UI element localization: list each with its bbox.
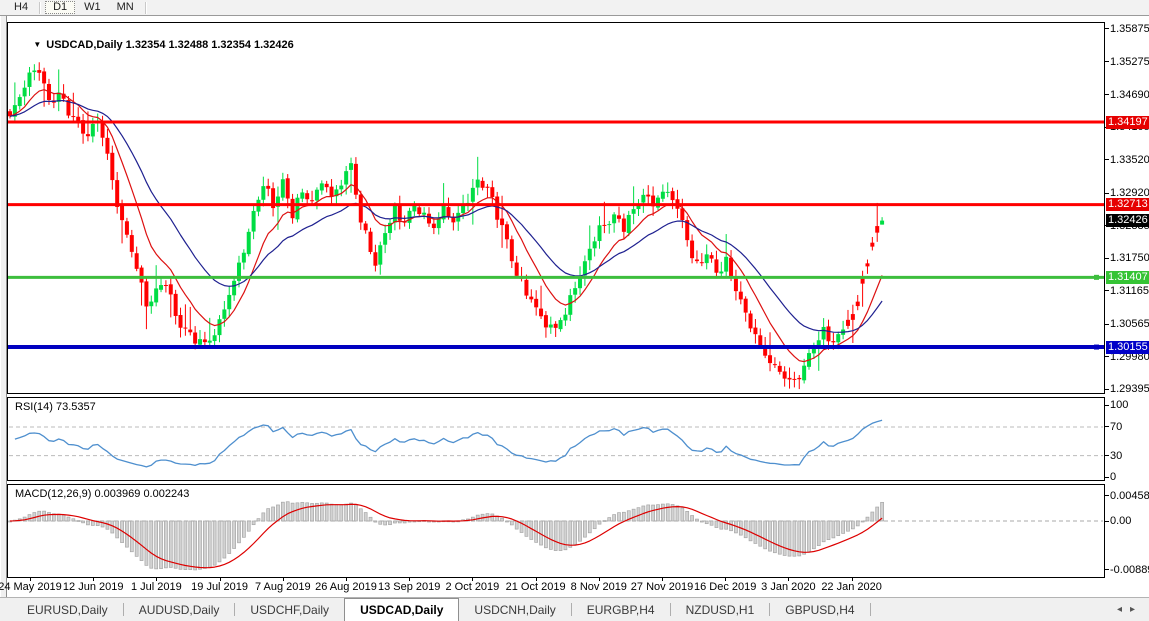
rsi-axis-label: 30 xyxy=(1110,450,1122,462)
price-axis-tick xyxy=(1105,61,1109,62)
chart-tab-usdcnh[interactable]: USDCNH,Daily xyxy=(459,598,570,621)
date-label: 8 Nov 2019 xyxy=(571,581,627,593)
date-label: 1 Jul 2019 xyxy=(131,581,182,593)
date-label: 16 Dec 2019 xyxy=(694,581,756,593)
chart-tab-audusd[interactable]: AUDUSD,Daily xyxy=(124,598,235,621)
tab-separator xyxy=(870,603,871,616)
date-label: 3 Jan 2020 xyxy=(761,581,815,593)
date-label: 21 Oct 2019 xyxy=(506,581,566,593)
price-chart-pane[interactable]: ▼USDCAD,Daily1.323541.324881.323541.3242… xyxy=(7,22,1105,394)
line-price-badge: 1.30155 xyxy=(1106,341,1149,354)
price-axis-label: 1.35875 xyxy=(1110,23,1149,35)
price-axis-tick xyxy=(1105,389,1109,390)
window-left-edge xyxy=(0,16,7,597)
rsi-axis-tick xyxy=(1105,455,1109,456)
price-axis-label: 1.35275 xyxy=(1110,56,1149,68)
date-label: 7 Aug 2019 xyxy=(255,581,311,593)
line-handle[interactable] xyxy=(1094,345,1099,350)
macd-axis-tick xyxy=(1105,521,1109,522)
timeframe-button-h4[interactable]: H4 xyxy=(7,1,35,14)
date-label: 13 Sep 2019 xyxy=(378,581,440,593)
timeframe-button-mn[interactable]: MN xyxy=(110,1,141,14)
price-axis-tick xyxy=(1105,94,1109,95)
rsi-axis-label: 70 xyxy=(1110,421,1122,433)
macd-axis-tick xyxy=(1105,569,1109,570)
price-axis-tick xyxy=(1105,290,1109,291)
chart-tab-nzdusd[interactable]: NZDUSD,H1 xyxy=(671,598,770,621)
price-axis-label: 1.33520 xyxy=(1110,154,1149,166)
macd-axis-label: -0.008894 xyxy=(1110,564,1149,576)
rsi-chart[interactable] xyxy=(8,398,1104,480)
date-label: 22 Jan 2020 xyxy=(821,581,882,593)
price-axis-label: 1.31165 xyxy=(1110,285,1149,297)
price-axis-label: 1.29395 xyxy=(1110,383,1149,395)
macd-label: MACD(12,26,9) 0.003969 0.002243 xyxy=(15,488,189,500)
macd-axis-label: 0.00 xyxy=(1110,515,1131,527)
price-axis-tick xyxy=(1105,193,1109,194)
line-price-badge: 1.34197 xyxy=(1106,116,1149,129)
price-axis-tick xyxy=(1105,28,1109,29)
price-axis-label: 1.30565 xyxy=(1110,318,1149,330)
price-axis-tick xyxy=(1105,324,1109,325)
rsi-label: RSI(14) 73.5357 xyxy=(15,401,96,413)
mt4-chart-window: H4D1W1MN ▼USDCAD,Daily1.323541.324881.32… xyxy=(0,0,1149,621)
rsi-indicator-pane[interactable]: RSI(14) 73.5357 xyxy=(7,397,1105,481)
chart-tab-usdchf[interactable]: USDCHF,Daily xyxy=(235,598,344,621)
macd-axis-tick xyxy=(1105,495,1109,496)
ohlc-close: 1.32426 xyxy=(254,39,294,51)
rsi-axis-label: 0 xyxy=(1110,471,1116,483)
chart-tab-eurgbp[interactable]: EURGBP,H4 xyxy=(572,598,670,621)
price-axis-tick xyxy=(1105,356,1109,357)
line-price-badge: 1.31407 xyxy=(1106,271,1149,284)
price-axis-tick xyxy=(1105,258,1109,259)
price-axis-label: 1.34690 xyxy=(1110,89,1149,101)
macd-axis-label: 0.004581 xyxy=(1110,490,1149,502)
date-label: 2 Oct 2019 xyxy=(445,581,499,593)
rsi-axis-tick xyxy=(1105,477,1109,478)
price-axis-tick xyxy=(1105,159,1109,160)
last-price-badge: 1.32426 xyxy=(1106,214,1149,227)
line-handle[interactable] xyxy=(1094,275,1099,280)
timeframe-button-w1[interactable]: W1 xyxy=(77,1,108,14)
timeframe-toolbar: H4 D1W1MN xyxy=(0,0,1149,16)
rsi-axis-label: 100 xyxy=(1110,399,1128,411)
chart-tab-usdcad[interactable]: USDCAD,Daily xyxy=(344,598,459,621)
macd-indicator-pane[interactable]: MACD(12,26,9) 0.003969 0.002243 xyxy=(7,484,1105,578)
chart-symbol: USDCAD,Daily xyxy=(46,39,122,51)
chevron-down-icon[interactable]: ▼ xyxy=(33,40,41,49)
toolbar-separator xyxy=(39,2,41,14)
chart-tab-gbpusd[interactable]: GBPUSD,H4 xyxy=(770,598,869,621)
tab-scroll-buttons: ◂▸ xyxy=(1117,604,1143,615)
ohlc-open: 1.32354 xyxy=(126,39,166,51)
ohlc-low: 1.32354 xyxy=(211,39,251,51)
line-price-badge: 1.32713 xyxy=(1106,198,1149,211)
date-label: 27 Nov 2019 xyxy=(631,581,693,593)
date-label: 26 Aug 2019 xyxy=(315,581,377,593)
rsi-axis-tick xyxy=(1105,426,1109,427)
price-axis-label: 1.31750 xyxy=(1110,252,1149,264)
date-label: 19 Jul 2019 xyxy=(191,581,248,593)
chart-tab-eurusd[interactable]: EURUSD,Daily xyxy=(12,598,123,621)
candlestick-chart[interactable] xyxy=(8,23,1104,393)
tab-scroll-right-icon[interactable]: ▸ xyxy=(1130,604,1143,615)
chart-tab-bar: EURUSD,DailyAUDUSD,DailyUSDCHF,DailyUSDC… xyxy=(0,598,1149,621)
toolbar-separator xyxy=(145,2,147,14)
rsi-axis-tick xyxy=(1105,405,1109,406)
date-label: 24 May 2019 xyxy=(0,581,62,593)
ohlc-high: 1.32488 xyxy=(168,39,208,51)
tab-scroll-left-icon[interactable]: ◂ xyxy=(1117,604,1130,615)
chart-title: ▼USDCAD,Daily1.323541.324881.323541.3242… xyxy=(15,27,297,63)
timeframe-button-d1[interactable]: D1 xyxy=(45,1,75,14)
date-label: 12 Jun 2019 xyxy=(63,581,124,593)
